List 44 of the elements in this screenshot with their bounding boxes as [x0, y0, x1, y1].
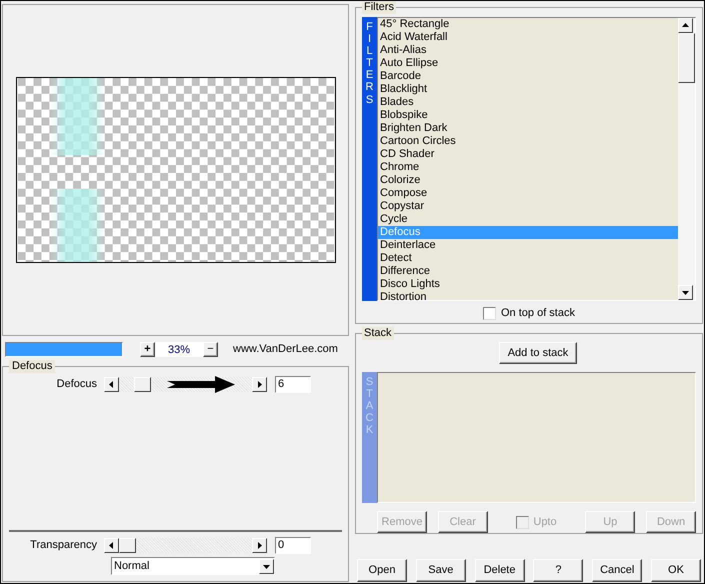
zoom-out-button[interactable]: −: [203, 342, 218, 356]
slider-label: Defocus: [56, 376, 98, 392]
filters-sidebar-label: FILTERS: [364, 21, 374, 108]
filter-item[interactable]: Cartoon Circles: [378, 135, 678, 148]
filter-item[interactable]: Brighten Dark: [378, 122, 678, 135]
filter-item[interactable]: Chrome: [378, 161, 678, 174]
filter-item[interactable]: Colorize: [378, 174, 678, 187]
dialog-button[interactable]: OK: [650, 559, 701, 582]
filter-item[interactable]: Auto Ellipse: [378, 57, 678, 70]
group-title: Stack: [362, 327, 394, 340]
zoom-level: 33%: [155, 342, 203, 356]
stack-sidebar-label: STACK: [364, 376, 374, 438]
zoom-in-button[interactable]: +: [140, 342, 155, 356]
filter-item[interactable]: Deinterlace: [378, 239, 678, 252]
filter-item[interactable]: Cycle: [378, 213, 678, 226]
checkbox-label: Upto: [533, 514, 557, 530]
checkbox-label: On top of stack: [501, 306, 575, 321]
filter-item[interactable]: Blobspike: [378, 109, 678, 122]
website-link[interactable]: www.VanDerLee.com: [233, 340, 338, 358]
group-title: Filters: [362, 1, 396, 14]
filter-item[interactable]: Blacklight: [378, 83, 678, 96]
dialog-button[interactable]: Cancel: [592, 559, 642, 582]
value-field[interactable]: 0: [275, 536, 311, 554]
blend-mode-select[interactable]: Normal: [111, 557, 275, 575]
filter-item[interactable]: Anti-Alias: [378, 44, 678, 57]
dialog-button[interactable]: Open: [357, 559, 407, 582]
dialog-button[interactable]: ?: [533, 559, 584, 582]
filter-item[interactable]: Detect: [378, 252, 678, 265]
filter-item[interactable]: CD Shader: [378, 148, 678, 161]
group-title: Defocus: [9, 360, 56, 373]
filter-item[interactable]: Difference: [378, 265, 678, 278]
filter-item[interactable]: Distortion: [378, 291, 678, 304]
filter-item[interactable]: Acid Waterfall: [378, 31, 678, 44]
filter-item[interactable]: Compose: [378, 187, 678, 200]
filter-item[interactable]: 45° Rectangle: [378, 18, 678, 31]
value-field[interactable]: 6: [275, 376, 311, 392]
filter-item[interactable]: Barcode: [378, 70, 678, 83]
filter-item[interactable]: Copystar: [378, 200, 678, 213]
dialog-button[interactable]: Save: [416, 559, 466, 582]
slider-label: Transparency: [29, 538, 98, 553]
dialog-button[interactable]: Delete: [474, 559, 525, 582]
filter-item[interactable]: Disco Lights: [378, 278, 678, 291]
add-to-stack-button[interactable]: Add to stack: [499, 342, 577, 364]
filter-item[interactable]: Blades: [378, 96, 678, 109]
